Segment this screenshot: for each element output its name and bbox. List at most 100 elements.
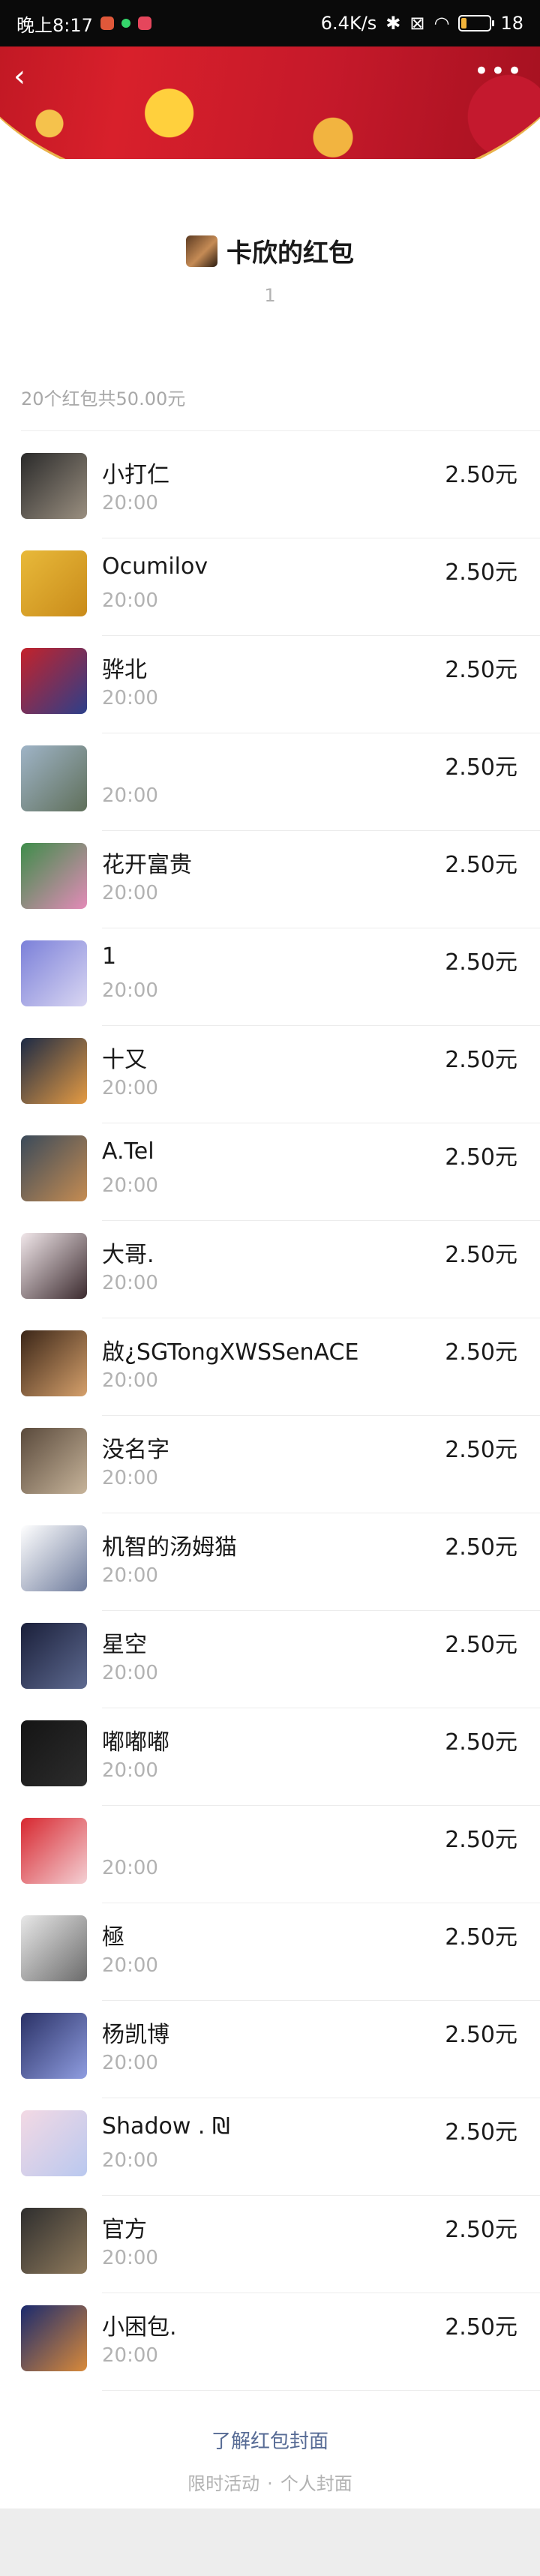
avatar[interactable] [21,1330,87,1396]
avatar[interactable] [21,1818,87,1884]
status-time: 晚上8:17 [16,14,93,36]
avatar[interactable] [21,1233,87,1299]
limited-event-link[interactable]: 限时活动 [188,2473,260,2494]
avatar[interactable] [21,940,87,1006]
avatar[interactable] [21,648,87,714]
claim-time: 20:00 [102,882,158,904]
sender-info: 卡欣的红包 1 [0,232,540,306]
claim-time: 20:00 [102,1564,158,1587]
claim-amount: 2.50元 [445,1534,518,1561]
wifi-icon: ◠ [434,13,450,34]
claim-amount: 2.50元 [445,1827,518,1853]
claim-time: 20:00 [102,1467,158,1489]
sender-subtitle: 1 [264,284,276,306]
recipient-name: 小困包. [102,2314,177,2341]
recipient-name: 嘟嘟嘟 [102,1729,170,1756]
list-item[interactable]: 没名字 20:00 2.50元 [0,1416,540,1513]
app-notification-icon-2 [137,16,152,30]
avatar[interactable] [21,2013,87,2079]
avatar[interactable] [21,453,87,519]
app-notification-icon [100,16,114,30]
list-item[interactable]: Shadow . ₪ 20:00 2.50元 [0,2098,540,2196]
list-item[interactable]: 官方 20:00 2.50元 [0,2196,540,2293]
bottom-area [0,2509,540,2576]
list-item[interactable]: 極 20:00 2.50元 [0,1903,540,2001]
claim-time: 20:00 [102,979,158,1002]
mute-icon: ⊠ [410,13,425,34]
avatar[interactable] [21,2305,87,2371]
claim-amount: 2.50元 [445,2217,518,2243]
recipient-name: 啟¿SGTongXWSSenACE [102,1339,359,1366]
recipient-name: 骅北 [102,657,147,683]
claim-time: 20:00 [102,784,158,807]
active-indicator-icon [121,19,130,28]
packet-summary: 20个红包共50.00元 [21,388,186,409]
more-dots-icon[interactable]: ••• [474,58,524,84]
avatar[interactable] [21,1038,87,1104]
sender-avatar[interactable] [186,235,218,267]
claim-time: 20:00 [102,1369,158,1392]
recipient-name: 杨凯博 [102,2022,170,2048]
list-item[interactable]: 星空 20:00 2.50元 [0,1611,540,1708]
avatar[interactable] [21,1720,87,1786]
claim-amount: 2.50元 [445,949,518,976]
recipient-name: 極 [102,1924,124,1951]
list-item[interactable]: Ocumilov 20:00 2.50元 [0,538,540,636]
claim-amount: 2.50元 [445,1924,518,1951]
claim-time: 20:00 [102,1077,158,1099]
claim-time: 20:00 [102,2149,158,2172]
claim-amount: 2.50元 [445,1632,518,1658]
list-item[interactable]: 嘟嘟嘟 20:00 2.50元 [0,1708,540,1806]
claim-time: 20:00 [102,492,158,514]
list-item[interactable]: 小困包. 20:00 2.50元 [0,2293,540,2391]
list-item[interactable]: 20:00 2.50元 [0,1806,540,1903]
claim-time: 20:00 [102,2052,158,2074]
list-item[interactable]: 1 20:00 2.50元 [0,928,540,1026]
list-item[interactable]: 小打仁 20:00 2.50元 [0,441,540,538]
claim-time: 20:00 [102,1272,158,1294]
claim-amount: 2.50元 [445,1729,518,1756]
avatar[interactable] [21,2208,87,2274]
recipient-name: 十又 [102,1047,147,1073]
avatar[interactable] [21,550,87,616]
list-item[interactable]: 大哥. 20:00 2.50元 [0,1221,540,1318]
personal-cover-link[interactable]: 个人封面 [280,2473,352,2494]
list-item[interactable]: 啟¿SGTongXWSSenACE 20:00 2.50元 [0,1318,540,1416]
claim-amount: 2.50元 [445,462,518,488]
avatar[interactable] [21,843,87,909]
avatar[interactable] [21,1915,87,1981]
avatar[interactable] [21,1623,87,1689]
learn-cover-link[interactable]: 了解红包封面 [0,2426,540,2454]
claim-time: 20:00 [102,1759,158,1782]
claim-amount: 2.50元 [445,1047,518,1073]
status-bar: 晚上8:17 6.4K/s ✱ ⊠ ◠ 18 [0,0,540,46]
list-item[interactable]: 骅北 20:00 2.50元 [0,636,540,733]
claim-time: 20:00 [102,687,158,709]
recipient-name: 大哥. [102,1242,154,1268]
claim-time: 20:00 [102,2344,158,2367]
list-item[interactable]: 花开富贵 20:00 2.50元 [0,831,540,928]
list-item[interactable]: 20:00 2.50元 [0,733,540,831]
battery-percent: 18 [500,13,524,34]
avatar[interactable] [21,745,87,811]
cover-art [0,46,540,159]
claim-time: 20:00 [102,2247,158,2269]
divider [21,430,540,431]
avatar[interactable] [21,1135,87,1201]
claim-amount: 2.50元 [445,657,518,683]
recipient-name: 花开富贵 [102,852,192,878]
list-item[interactable]: A.Tel 20:00 2.50元 [0,1123,540,1221]
recipient-name: 星空 [102,1632,147,1658]
avatar[interactable] [21,1428,87,1494]
list-item[interactable]: 杨凯博 20:00 2.50元 [0,2001,540,2098]
footer-note: 限时活动 · 个人封面 [0,2469,540,2495]
avatar[interactable] [21,2110,87,2176]
list-item[interactable]: 十又 20:00 2.50元 [0,1026,540,1123]
avatar[interactable] [21,1525,87,1591]
recipient-name: Shadow . ₪ [102,2113,230,2140]
recipient-name: 机智的汤姆猫 [102,1534,237,1561]
list-item[interactable]: 机智的汤姆猫 20:00 2.50元 [0,1513,540,1611]
recipient-name: 小打仁 [102,462,170,488]
back-chevron-icon[interactable]: ‹ [14,61,26,91]
recipient-name: 没名字 [102,1437,170,1463]
